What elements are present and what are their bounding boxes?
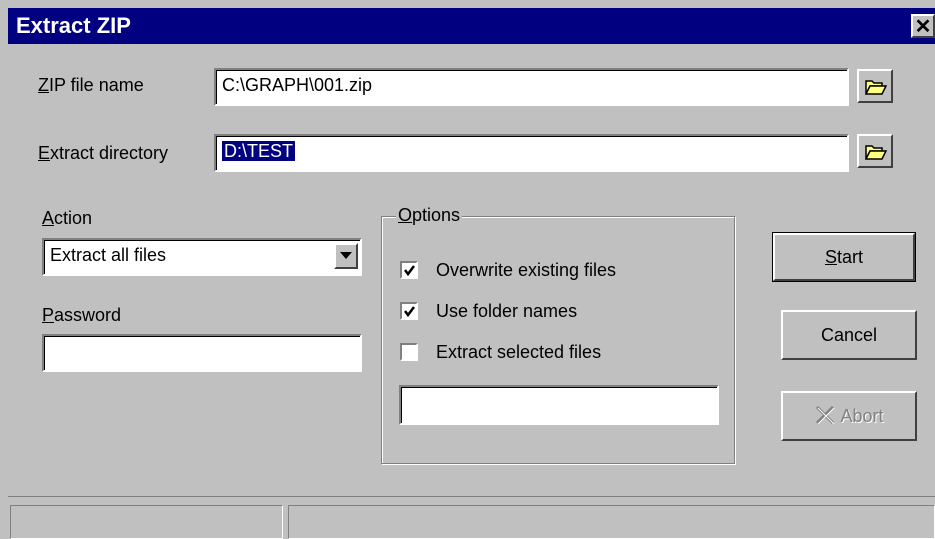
close-icon: ✕ [914,16,932,38]
extract-selected-files-label[interactable]: Extract selected files [436,342,601,363]
window-title: Extract ZIP [16,13,131,38]
overwrite-existing-files-label[interactable]: Overwrite existing files [436,260,616,281]
extract-directory-input[interactable]: D:\TEST [214,134,849,172]
browse-extract-directory-button[interactable] [857,134,893,168]
dropdown-arrow-button[interactable] [334,243,358,269]
chevron-down-icon [340,252,352,259]
password-label: Password [42,305,122,325]
zip-file-name-label: ZIP file name [38,75,144,95]
extract-directory-label: Extract directory [38,143,169,163]
checkmark-icon [404,306,415,318]
options-groupbox [381,216,735,464]
use-folder-names-checkbox[interactable] [400,302,418,320]
overwrite-existing-files-checkbox[interactable] [400,261,418,279]
folder-open-icon [865,145,887,160]
extract-directory-value: D:\TEST [222,141,296,161]
action-dropdown[interactable]: Extract all files [42,238,362,276]
close-button[interactable]: ✕ [911,14,935,38]
statusbar-divider [8,496,935,497]
statusbar-pane-left [10,505,283,539]
zip-file-name-input[interactable]: C:\GRAPH\001.zip [214,68,849,106]
extract-selected-files-checkbox[interactable] [400,343,418,361]
title-bar[interactable]: Extract ZIP ✕ [8,8,935,44]
password-input[interactable] [42,334,362,372]
checkmark-icon [404,265,415,277]
start-button[interactable]: Start [772,232,916,282]
use-folder-names-label[interactable]: Use folder names [436,301,577,322]
cancel-button[interactable]: Cancel [781,310,917,360]
options-group-label: Options [396,205,463,226]
zip-file-name-value: C:\GRAPH\001.zip [222,75,373,95]
abort-x-icon [816,405,835,425]
selected-files-input[interactable] [399,385,719,425]
folder-open-icon [865,80,887,95]
action-selected-value: Extract all files [50,245,167,265]
statusbar-pane-right [288,505,935,539]
extract-zip-dialog: Extract ZIP ✕ ZIP file name C:\GRAPH\001… [0,0,935,539]
action-label: Action [42,208,93,228]
abort-button[interactable]: Abort [781,391,917,441]
browse-zip-file-button[interactable] [857,69,893,103]
